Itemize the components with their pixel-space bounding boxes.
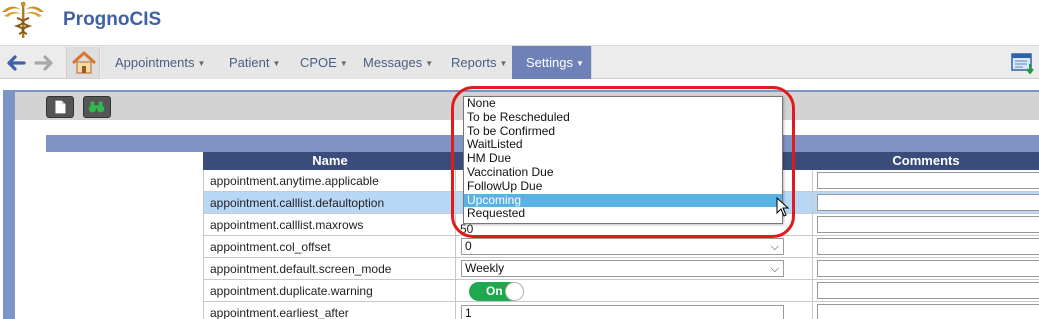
table-row[interactable]: appointment.default.screen_mode Weekly ⌵: [203, 258, 1039, 280]
comment-cell: [812, 280, 1039, 302]
home-icon: [71, 51, 97, 74]
app-title: PrognoCIS: [63, 9, 162, 30]
menu-settings[interactable]: Settings ▼: [512, 46, 592, 79]
binoculars-icon: [88, 101, 105, 113]
setting-name: appointment.calllist.maxrows: [203, 214, 456, 236]
earliest-after-input[interactable]: 1: [461, 305, 784, 319]
duplicate-warning-toggle[interactable]: On: [469, 282, 524, 301]
home-button[interactable]: [66, 47, 100, 78]
setting-value-cell: 0 ⌵: [456, 236, 812, 258]
export-window-icon[interactable]: [1011, 52, 1035, 74]
setting-name: appointment.col_offset: [203, 236, 456, 258]
toggle-knob: [505, 282, 524, 301]
setting-value-cell: 1: [456, 302, 812, 319]
setting-value-cell: Weekly ⌵: [456, 258, 812, 280]
caret-down-icon: ▼: [272, 59, 281, 68]
setting-name: appointment.default.screen_mode: [203, 258, 456, 280]
find-button[interactable]: [83, 96, 111, 118]
comment-input[interactable]: [817, 216, 1039, 233]
menu-patient[interactable]: Patient ▼: [215, 46, 292, 79]
comment-cell: [812, 170, 1039, 192]
menu-appointments[interactable]: Appointments ▼: [101, 46, 217, 79]
comment-cell: [812, 214, 1039, 236]
menu-reports[interactable]: Reports ▼: [437, 46, 519, 79]
document-icon: [55, 100, 66, 114]
table-row[interactable]: appointment.earliest_after 1: [203, 302, 1039, 319]
setting-name: appointment.earliest_after: [203, 302, 456, 319]
caret-down-icon: ▼: [197, 59, 206, 68]
comment-input[interactable]: [817, 304, 1039, 319]
mouse-cursor-icon: [776, 197, 790, 217]
forward-arrow-icon[interactable]: [32, 51, 56, 75]
table-row[interactable]: appointment.col_offset 0 ⌵: [203, 236, 1039, 258]
left-frame-strip: [3, 90, 15, 319]
setting-name: appointment.calllist.defaultoption: [203, 192, 456, 214]
back-arrow-icon[interactable]: [4, 51, 28, 75]
menu-messages[interactable]: Messages ▼: [349, 46, 445, 79]
comment-input[interactable]: [817, 172, 1039, 189]
comment-input[interactable]: [817, 260, 1039, 277]
comment-cell: [812, 302, 1039, 319]
chevron-down-icon: ⌵: [770, 241, 779, 253]
table-row[interactable]: appointment.duplicate.warning On: [203, 280, 1039, 302]
screen-mode-select[interactable]: Weekly ⌵: [461, 260, 784, 277]
annotation-highlight-ring: [451, 86, 795, 238]
chevron-down-icon: ⌵: [770, 263, 779, 275]
main-navbar: Appointments ▼ Patient ▼ CPOE ▼ Messages ▼ R…: [0, 45, 1039, 79]
comment-cell: [812, 258, 1039, 280]
column-header-name[interactable]: Name: [203, 152, 457, 170]
setting-value-cell: On: [456, 280, 812, 302]
setting-name: appointment.duplicate.warning: [203, 280, 456, 302]
column-header-comments[interactable]: Comments: [813, 152, 1039, 170]
menu-cpoe[interactable]: CPOE ▼: [286, 46, 359, 79]
caret-down-icon: ▼: [575, 59, 584, 68]
new-document-button[interactable]: [46, 96, 74, 118]
caduceus-logo-icon: [2, 1, 44, 38]
comment-input[interactable]: [817, 238, 1039, 255]
caret-down-icon: ▼: [339, 59, 348, 68]
app-window: PrognoCIS Appointments ▼ Patient ▼ CPOE ▼ M…: [0, 0, 1039, 319]
comment-cell: [812, 192, 1039, 214]
setting-name: appointment.anytime.applicable: [203, 170, 456, 192]
comment-input[interactable]: [817, 282, 1039, 299]
col-offset-select[interactable]: 0 ⌵: [461, 238, 784, 255]
caret-down-icon: ▼: [499, 59, 508, 68]
comment-cell: [812, 236, 1039, 258]
comment-input[interactable]: [817, 194, 1039, 211]
caret-down-icon: ▼: [425, 59, 434, 68]
